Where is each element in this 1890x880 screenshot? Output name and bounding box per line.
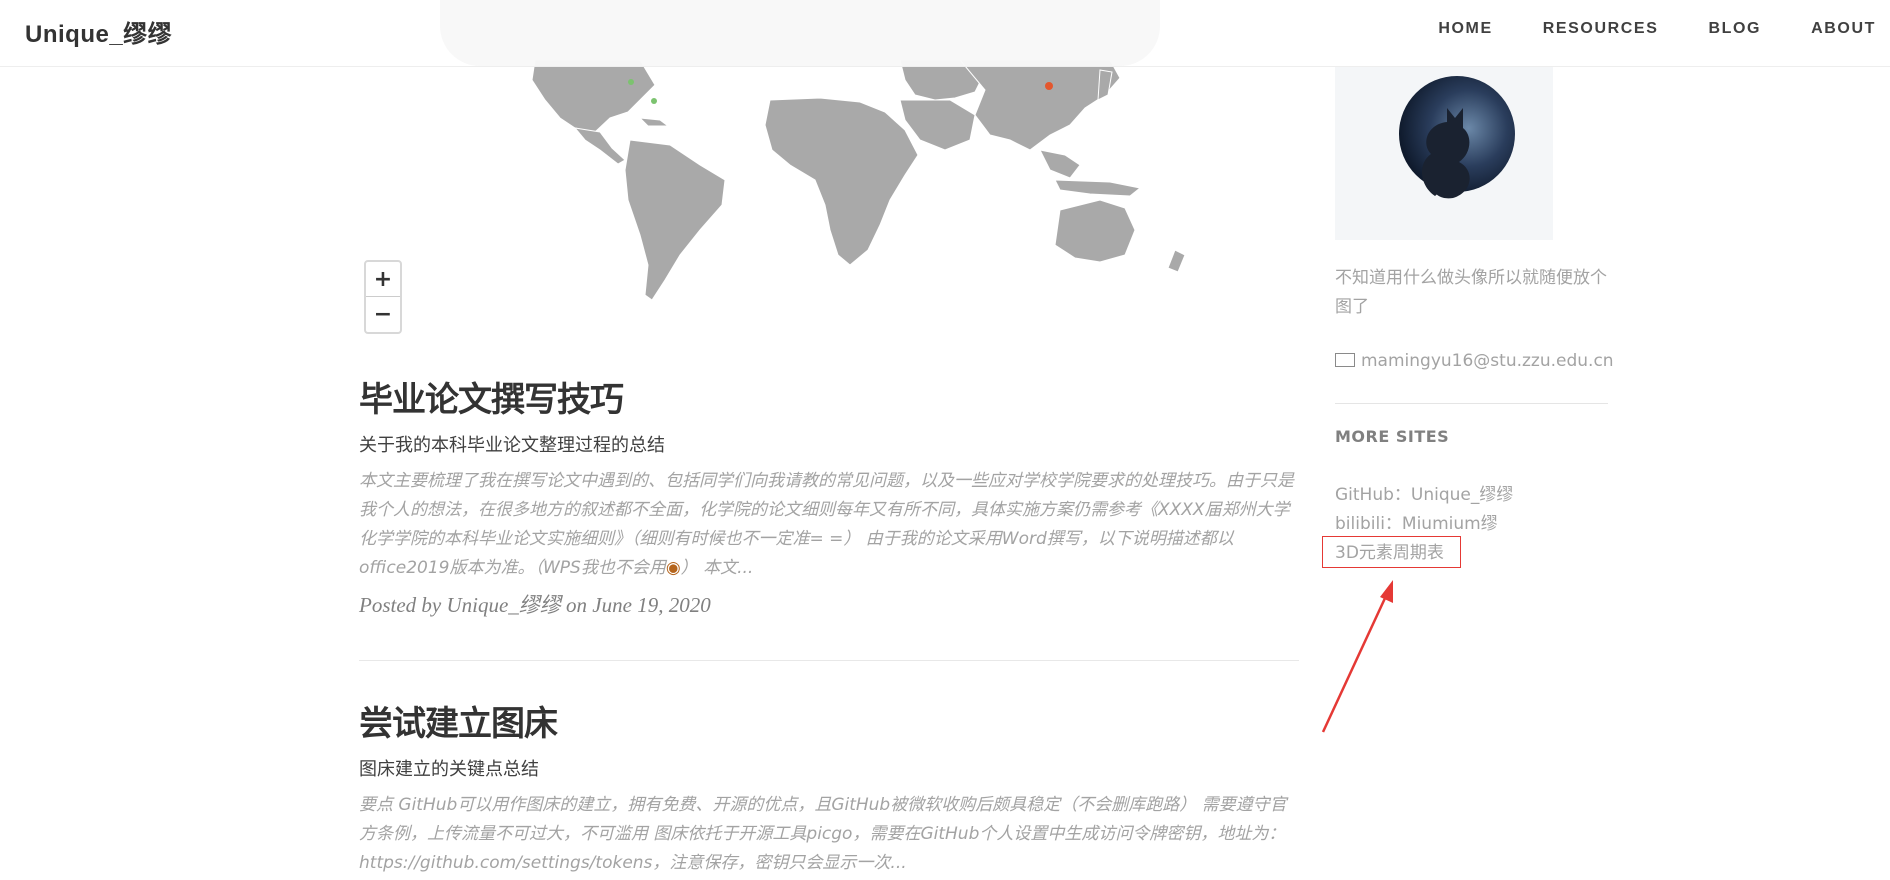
visitor-dot-us — [628, 79, 634, 85]
visitor-dot-caribbean — [651, 98, 657, 104]
map-indonesia — [1054, 179, 1142, 197]
map-top-fade — [440, 0, 1160, 66]
post-preview: 尝试建立图床 图床建立的关键点总结 要点 GitHub可以用作图床的建立，拥有免… — [359, 696, 1299, 878]
email-link[interactable]: mamingyu16@stu.zzu.edu.cn — [1361, 351, 1614, 371]
post-subtitle[interactable]: 图床建立的关键点总结 — [359, 755, 1299, 781]
cat-avatar-image — [1399, 76, 1515, 199]
map-zoom-control: + − — [364, 260, 402, 334]
site-brand[interactable]: Unique_缪缪 — [25, 14, 172, 49]
map-central-america — [573, 127, 626, 165]
annotation-highlight-box — [1322, 536, 1461, 568]
visitor-dot-china — [1045, 82, 1053, 90]
avatar — [1335, 66, 1553, 240]
map-new-zealand — [1167, 249, 1186, 273]
post-title[interactable]: 毕业论文撰写技巧 — [359, 372, 1299, 421]
post-title[interactable]: 尝试建立图床 — [359, 696, 1299, 745]
map-north-america — [531, 59, 656, 133]
post-excerpt[interactable]: 本文主要梳理了我在撰写论文中遇到的、包括同学们向我请教的常见问题，以及一些应对学… — [359, 467, 1299, 583]
annotation-arrow-line — [1321, 595, 1388, 733]
nav-resources[interactable]: RESOURCES — [1543, 20, 1659, 38]
post-meta: Posted by Unique_缪缪 on June 19, 2020 — [359, 593, 711, 617]
excerpt-tail: ） 本文... — [680, 558, 754, 578]
nav-links: HOME RESOURCES BLOG ABOUT — [1438, 20, 1890, 38]
post-preview: 毕业论文撰写技巧 关于我的本科毕业论文整理过程的总结 本文主要梳理了我在撰写论文… — [359, 372, 1299, 619]
annotation-arrow-head — [1380, 580, 1393, 603]
map-japan — [1097, 69, 1113, 101]
post-divider — [359, 660, 1299, 661]
site-link-github[interactable]: GitHub：Unique_缪缪 — [1335, 480, 1513, 505]
excerpt-text: 本文主要梳理了我在撰写论文中遇到的、包括同学们向我请教的常见问题，以及一些应对学… — [359, 471, 1294, 578]
map-south-america — [624, 139, 726, 301]
map-caribbean — [638, 117, 670, 127]
zoom-in-button[interactable]: + — [366, 262, 400, 296]
envelope-icon — [1335, 353, 1355, 367]
map-southeast-asia — [1039, 149, 1081, 179]
map-australia — [1054, 199, 1136, 263]
zoom-out-button[interactable]: − — [366, 296, 400, 331]
map-asia — [958, 59, 1121, 151]
nav-about[interactable]: ABOUT — [1811, 20, 1876, 38]
nav-home[interactable]: HOME — [1438, 20, 1492, 38]
more-sites-heading: MORE SITES — [1335, 427, 1450, 446]
post-excerpt[interactable]: 要点 GitHub可以用作图床的建立，拥有免费、开源的优点，且GitHub被微软… — [359, 791, 1299, 878]
avatar-description: 不知道用什么做头像所以就随便放个图了 — [1335, 268, 1607, 317]
monkey-emoji-icon: ◉ — [665, 558, 681, 578]
map-africa — [764, 97, 919, 266]
site-link-bilibili[interactable]: bilibili：Miumium缪 — [1335, 509, 1498, 534]
post-subtitle[interactable]: 关于我的本科毕业论文整理过程的总结 — [359, 431, 1299, 457]
email-row[interactable]: mamingyu16@stu.zzu.edu.cn — [1335, 347, 1614, 376]
sidebar-divider — [1335, 403, 1608, 404]
nav-blog[interactable]: BLOG — [1708, 20, 1761, 38]
